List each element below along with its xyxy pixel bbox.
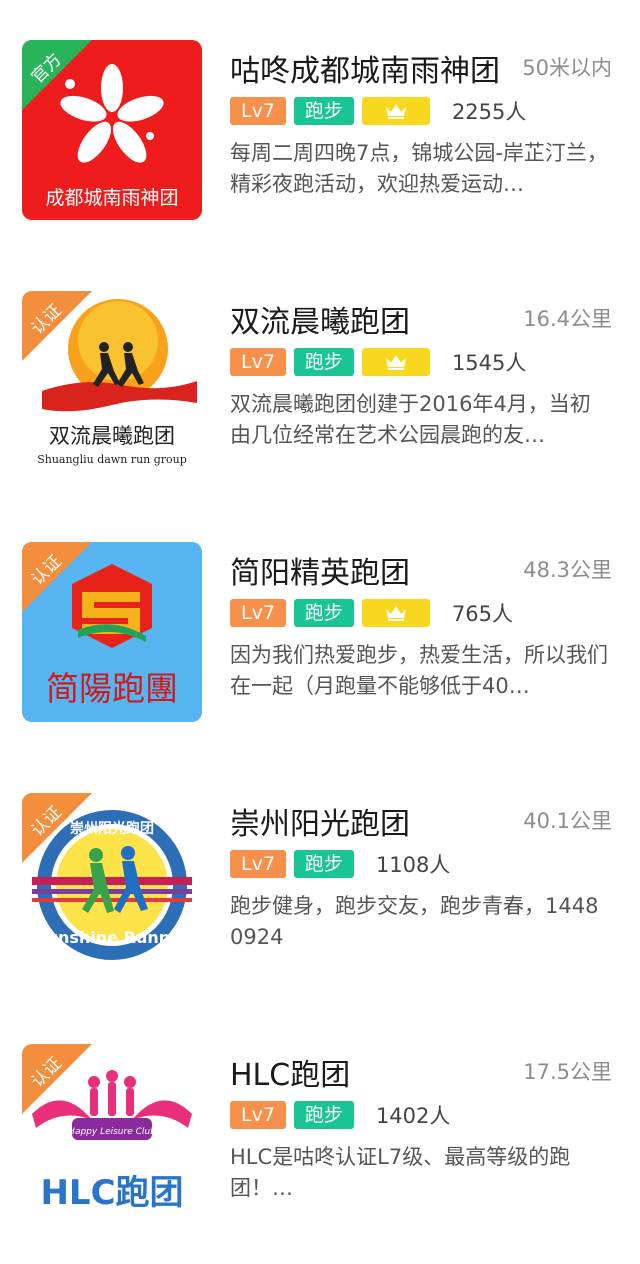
group-item-shuangliu[interactable]: 双流晨曦跑团 Shuangliu dawn run group 认证 双流晨曦跑…: [0, 291, 640, 511]
level-badge: Lv7: [230, 850, 286, 878]
group-tags: Lv7 跑步 2255人: [230, 96, 526, 126]
crown-icon: [385, 355, 406, 370]
group-tags: Lv7 跑步 1108人: [230, 849, 450, 879]
dawn-run-logo-icon: 双流晨曦跑团 Shuangliu dawn run group 认证: [22, 291, 202, 471]
logo-subcaption: Happy Leisure Club: [68, 1127, 156, 1137]
group-distance: 16.4公里: [523, 307, 612, 331]
logo-caption: 双流晨曦跑团: [49, 424, 175, 448]
group-item-chongzhou[interactable]: 崇州阳光跑团 Sunshine Runner 认证 崇州阳光跑团 40.1公里 …: [0, 793, 640, 1013]
member-count: 1108人: [375, 853, 451, 877]
crown-badge: [361, 348, 430, 376]
group-name: 双流晨曦跑团: [230, 305, 410, 340]
group-logo: 简陽跑團 认证: [22, 542, 202, 722]
group-description: 每周二周四晚7点，锦城公园-岸芷汀兰，精彩夜跑活动，欢迎热爱运动…: [230, 141, 608, 196]
logo-caption: 崇州阳光跑团: [70, 820, 154, 837]
level-badge: Lv7: [230, 348, 286, 376]
group-logo: Happy Leisure Club HLC跑团 认证: [22, 1044, 202, 1224]
jianyang-logo-icon: 简陽跑團 认证: [22, 542, 202, 722]
member-count: 765人: [451, 602, 514, 626]
group-distance: 48.3公里: [523, 558, 612, 582]
sport-badge: 跑步: [293, 599, 354, 627]
group-logo: 成都城南雨神团 官方: [22, 40, 202, 220]
group-name: HLC跑团: [230, 1058, 351, 1093]
sport-badge: 跑步: [293, 850, 354, 878]
level-badge: Lv7: [230, 1101, 286, 1129]
group-tags: Lv7 跑步 1545人: [230, 347, 526, 377]
crown-badge: [361, 97, 430, 125]
logo-caption: 简陽跑團: [46, 669, 178, 708]
group-tags: Lv7 跑步 765人: [230, 598, 513, 628]
group-description: HLC是咕咚认证L7级、最高等级的跑团！…: [230, 1145, 571, 1200]
sport-badge: 跑步: [293, 1101, 354, 1129]
level-badge: Lv7: [230, 97, 286, 125]
hlc-logo-icon: Happy Leisure Club HLC跑团 认证: [22, 1044, 202, 1224]
rain-god-logo-icon: 成都城南雨神团 官方: [22, 40, 202, 220]
group-distance: 40.1公里: [523, 809, 612, 833]
sport-badge: 跑步: [293, 97, 354, 125]
logo-caption: 成都城南雨神团: [45, 187, 178, 209]
crown-icon: [385, 104, 406, 119]
crown-icon: [385, 606, 406, 621]
group-item-chengnan[interactable]: 成都城南雨神团 官方 咕咚成都城南雨神团 50米以内 Lv7 跑步 2255人 …: [0, 40, 640, 260]
group-item-hlc[interactable]: Happy Leisure Club HLC跑团 认证 HLC跑团 17.5公里…: [0, 1044, 640, 1264]
group-description: 因为我们热爱跑步，热爱生活，所以我们在一起（月跑量不能够低于40…: [230, 643, 608, 698]
sport-badge: 跑步: [293, 348, 354, 376]
group-item-jianyang[interactable]: 简陽跑團 认证 简阳精英跑团 48.3公里 Lv7 跑步 765人 因为我们热爱…: [0, 542, 640, 762]
group-description: 双流晨曦跑团创建于2016年4月，当初由几位经常在艺术公园晨跑的友…: [230, 392, 591, 447]
level-badge: Lv7: [230, 599, 286, 627]
logo-subcaption: Sunshine Runner: [35, 928, 189, 947]
group-distance: 50米以内: [522, 56, 612, 80]
group-description: 跑步健身，跑步交友，跑步青春，14480924: [230, 894, 599, 949]
group-tags: Lv7 跑步 1402人: [230, 1100, 450, 1130]
group-name: 崇州阳光跑团: [230, 807, 410, 842]
sunshine-runner-logo-icon: 崇州阳光跑团 Sunshine Runner 认证: [22, 793, 202, 973]
logo-caption: HLC跑团: [40, 1173, 183, 1213]
member-count: 2255人: [451, 100, 527, 124]
group-logo: 双流晨曦跑团 Shuangliu dawn run group 认证: [22, 291, 202, 471]
group-name: 简阳精英跑团: [230, 556, 410, 591]
member-count: 1545人: [451, 351, 527, 375]
group-distance: 17.5公里: [523, 1060, 612, 1084]
crown-badge: [361, 599, 430, 627]
logo-subcaption: Shuangliu dawn run group: [37, 453, 187, 466]
member-count: 1402人: [375, 1104, 451, 1128]
group-logo: 崇州阳光跑团 Sunshine Runner 认证: [22, 793, 202, 973]
group-name: 咕咚成都城南雨神团: [230, 54, 500, 89]
